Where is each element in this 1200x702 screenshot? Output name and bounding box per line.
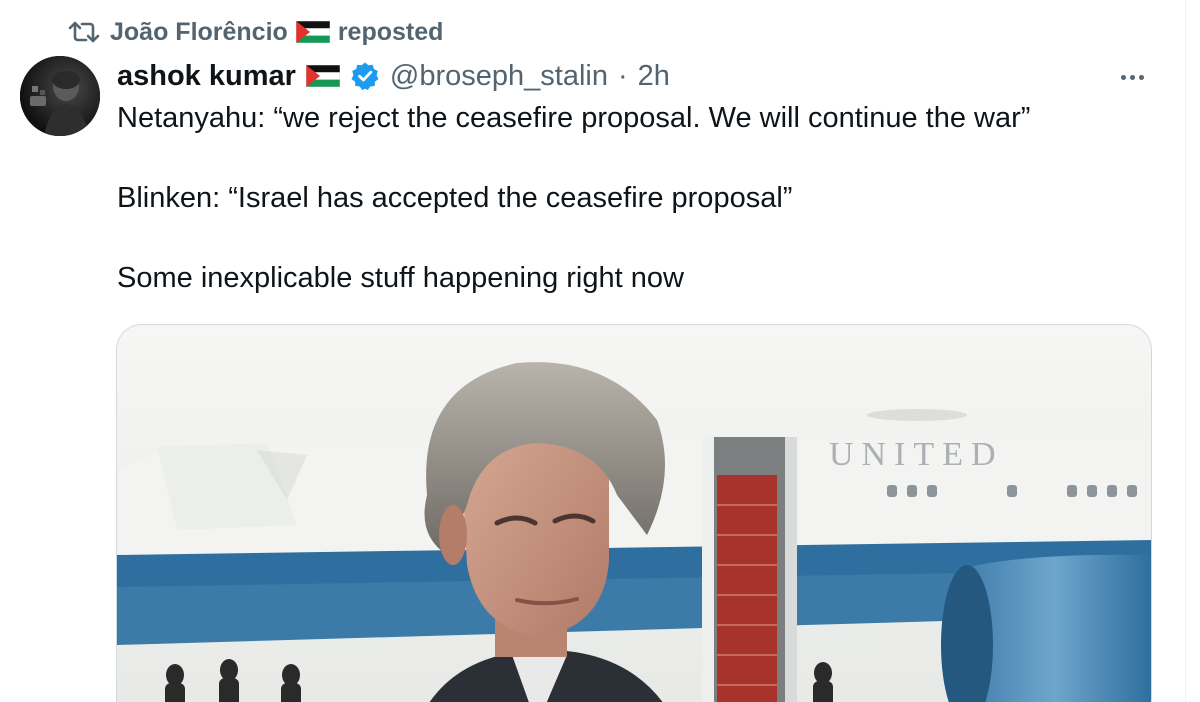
author-display-name[interactable]: ashok kumar bbox=[117, 60, 296, 93]
more-options-dot bbox=[1129, 74, 1135, 80]
reposter-name[interactable]: João Florêncio bbox=[110, 18, 288, 47]
repost-header[interactable]: João Florêncio reposted bbox=[68, 16, 443, 48]
more-options-dot bbox=[1138, 74, 1144, 80]
verified-badge-icon[interactable] bbox=[350, 61, 380, 91]
repost-action: reposted bbox=[337, 17, 444, 46]
tweet-card[interactable]: João Florêncio reposted ashok kumar @bro… bbox=[0, 0, 1200, 702]
tweet-text-line: Blinken: “Israel has accepted the ceasef… bbox=[117, 182, 793, 214]
tweet-media-video[interactable]: UNITED bbox=[116, 324, 1152, 702]
repost-label: João Florêncio reposted bbox=[110, 18, 443, 47]
palestine-flag-icon bbox=[295, 21, 330, 43]
tweet-text-line: Some inexplicable stuff happening right … bbox=[117, 262, 684, 294]
meta-separator: · bbox=[618, 59, 628, 92]
media-frame-illustration: UNITED bbox=[117, 325, 1151, 702]
palestine-flag-icon bbox=[305, 65, 340, 87]
tweet-timestamp[interactable]: 2h bbox=[638, 60, 670, 93]
tweet-author-row: ashok kumar @broseph_stalin · 2h bbox=[117, 56, 670, 96]
timeline-divider bbox=[1185, 0, 1186, 702]
plane-lettering: UNITED bbox=[829, 436, 1004, 473]
tweet-body: Netanyahu: “we reject the ceasefire prop… bbox=[117, 98, 1167, 298]
repost-icon bbox=[68, 19, 100, 45]
tweet-text-line: Netanyahu: “we reject the ceasefire prop… bbox=[117, 102, 1031, 134]
avatar[interactable] bbox=[20, 56, 100, 136]
more-options-dot bbox=[1120, 74, 1126, 80]
more-options-button[interactable] bbox=[1110, 62, 1154, 92]
author-handle[interactable]: @broseph_stalin bbox=[390, 60, 608, 93]
